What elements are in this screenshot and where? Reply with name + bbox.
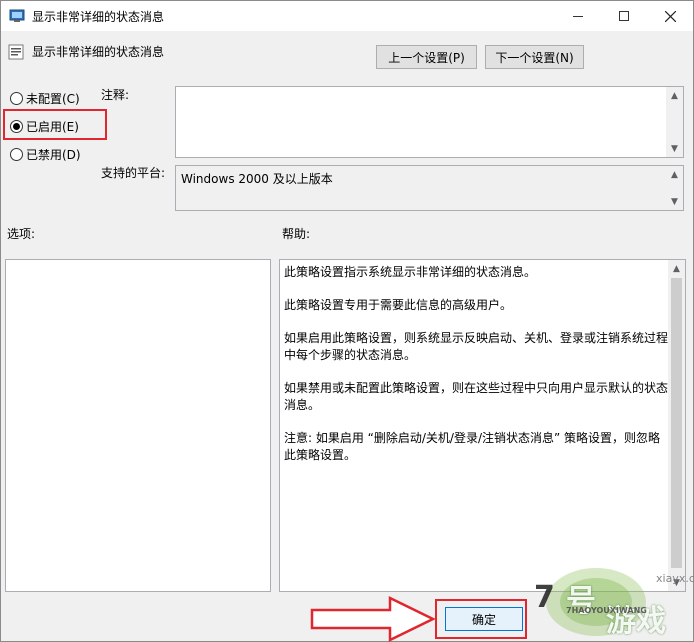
radio-label: 已禁用(D) [26, 148, 81, 162]
arrow-annotation-icon [310, 596, 436, 642]
radio-label: 未配置(C) [26, 92, 80, 106]
next-setting-button[interactable]: 下一个设置(N) [485, 45, 584, 69]
options-panel [5, 259, 271, 592]
watermark-pinyin: 7HAOYOUXIWANG [566, 606, 647, 615]
radio-circle[interactable] [10, 148, 23, 161]
platform-label: 支持的平台: [101, 166, 166, 180]
radio-circle[interactable] [10, 92, 23, 105]
policy-setting-icon [8, 44, 24, 60]
policy-title: 显示非常详细的状态消息 [32, 45, 165, 59]
help-paragraph: 此策略设置专用于需要此信息的高级用户。 [284, 298, 513, 312]
scroll-up-icon[interactable]: ▲ [666, 166, 683, 183]
watermark-url: xiayx.com [656, 572, 694, 585]
scroll-down-icon[interactable]: ▼ [666, 193, 683, 210]
minimize-icon [573, 15, 583, 17]
help-paragraph: 注意: 如果启用 “删除启动/关机/登录/注销状态消息” 策略设置，则忽略此策略… [284, 431, 661, 462]
maximize-button[interactable] [601, 1, 647, 31]
help-text: 此策略设置指示系统显示非常详细的状态消息。 此策略设置专用于需要此信息的高级用户… [284, 264, 668, 480]
scroll-up-icon[interactable]: ▲ [666, 87, 683, 104]
help-panel: 此策略设置指示系统显示非常详细的状态消息。 此策略设置专用于需要此信息的高级用户… [279, 259, 686, 592]
window-title: 显示非常详细的状态消息 [32, 10, 165, 24]
enabled-highlight-box [3, 109, 107, 140]
help-paragraph: 如果禁用或未配置此策略设置，则在这些过程中只向用户显示默认的状态消息。 [284, 381, 669, 412]
platform-value: Windows 2000 及以上版本 [181, 172, 333, 186]
scroll-up-icon[interactable]: ▲ [668, 260, 685, 277]
watermark-youxi: 游戏 [606, 604, 666, 639]
policy-dialog-window: 显示非常详细的状态消息 显示非常详细的状态消息 上一个设置(P) 下一个设置(N… [0, 0, 694, 642]
platform-scrollbar[interactable]: ▲ ▼ [666, 166, 683, 210]
help-paragraph: 此策略设置指示系统显示非常详细的状态消息。 [284, 265, 537, 279]
comment-textarea[interactable]: ▲ ▼ [175, 86, 684, 158]
close-button[interactable] [647, 1, 693, 31]
comment-scrollbar[interactable]: ▲ ▼ [666, 87, 683, 157]
help-paragraph: 如果启用此策略设置，则系统显示反映启动、关机、登录或注销系统过程中每个步骤的状态… [284, 331, 669, 362]
policy-app-icon [9, 9, 25, 22]
site-watermark: 7 号 游戏 xiayx.com 7HAOYOUXIWANG [514, 562, 694, 642]
radio-disabled[interactable]: 已禁用(D) [10, 146, 81, 163]
title-bar: 显示非常详细的状态消息 [1, 1, 693, 31]
maximize-icon [619, 11, 629, 21]
scroll-thumb[interactable] [671, 278, 682, 568]
comment-label: 注释: [101, 88, 130, 102]
minimize-button[interactable] [555, 1, 601, 31]
options-label: 选项: [7, 227, 36, 241]
previous-setting-button[interactable]: 上一个设置(P) [376, 45, 477, 69]
scroll-down-icon[interactable]: ▼ [666, 140, 683, 157]
help-scrollbar[interactable]: ▲ ▼ [668, 260, 685, 591]
help-label: 帮助: [282, 227, 311, 241]
platform-field: Windows 2000 及以上版本 ▲ ▼ [175, 165, 684, 211]
close-icon [664, 10, 676, 22]
radio-not-configured[interactable]: 未配置(C) [10, 90, 80, 107]
watermark-number: 7 [534, 580, 555, 615]
